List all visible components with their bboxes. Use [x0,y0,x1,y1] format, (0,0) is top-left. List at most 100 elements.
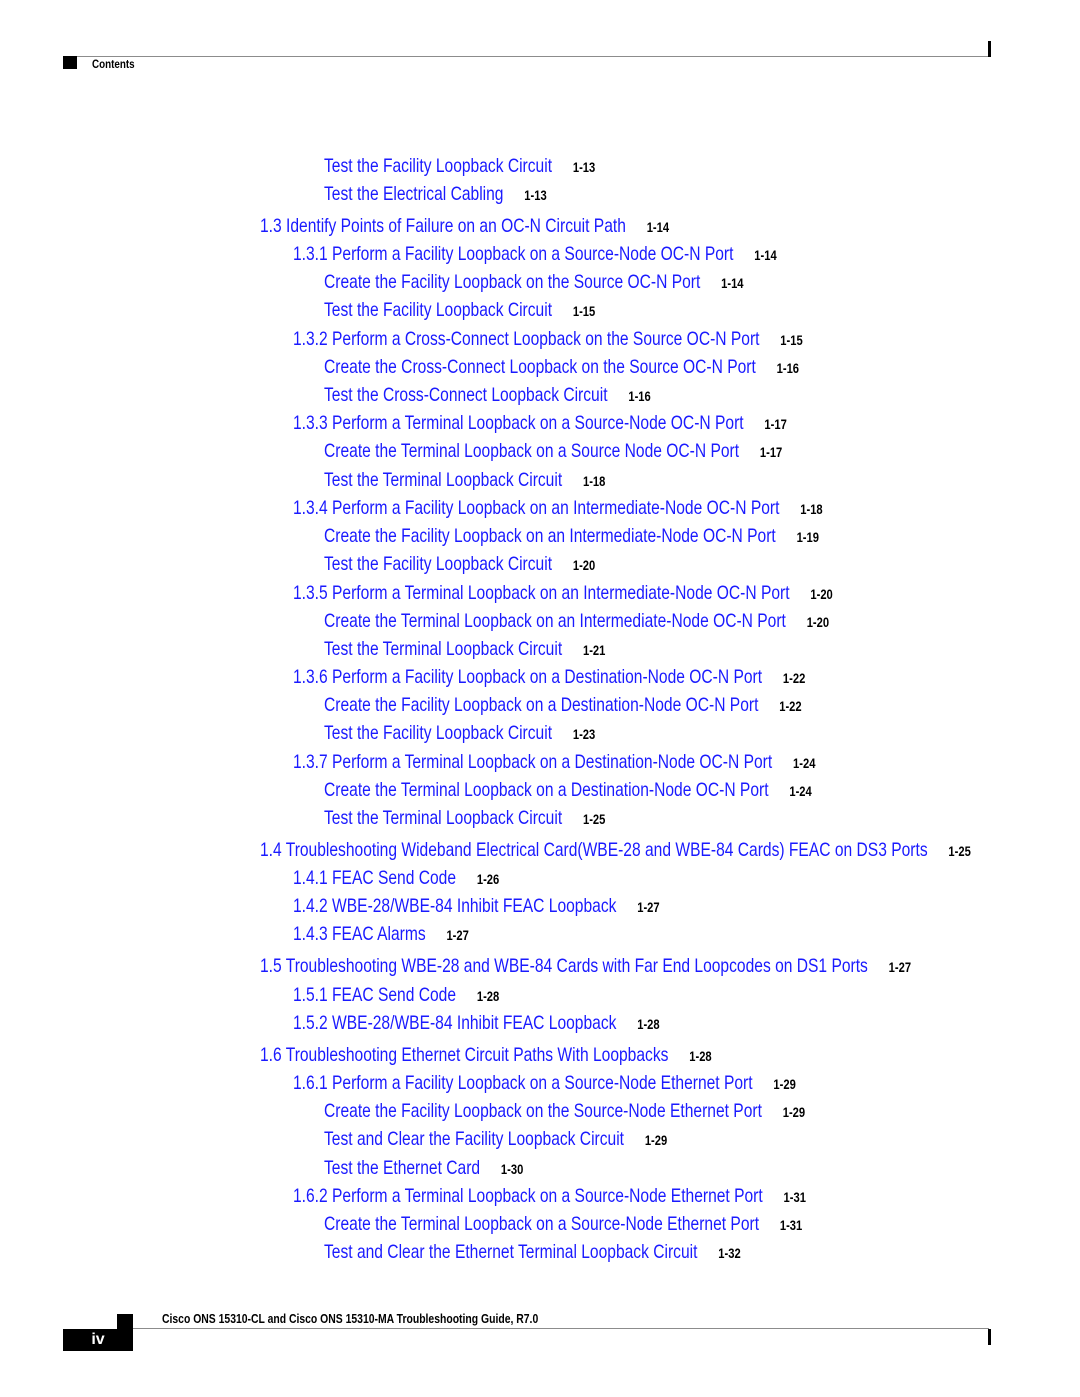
toc-page-ref: 1-23 [572,726,596,742]
toc-entry[interactable]: 1.5.1 FEAC Send Code 1-28 [293,984,499,1008]
toc-entry[interactable]: 1.3.5 Perform a Terminal Loopback on an … [293,582,833,606]
toc-page-ref: 1-25 [948,843,971,859]
toc-entry-link[interactable]: Create the Cross-Connect Loopback on the… [324,356,756,378]
toc-entry-link[interactable]: Test the Terminal Loopback Circuit [324,638,562,660]
toc-entry-link[interactable]: Create the Facility Loopback on the Sour… [324,271,700,293]
toc-entry-link[interactable]: Test and Clear the Ethernet Terminal Loo… [324,1241,697,1263]
toc-entry-link[interactable]: Create the Terminal Loopback on a Source… [324,1213,759,1235]
toc-entry-link[interactable]: Test the Electrical Cabling [324,183,503,205]
toc-entry[interactable]: 1.6.1 Perform a Facility Loopback on a S… [293,1072,796,1096]
toc-entry-link[interactable]: Test the Terminal Loopback Circuit [324,469,562,491]
toc-page-ref: 1-15 [780,332,803,348]
toc-entry-link[interactable]: Test the Facility Loopback Circuit [324,553,552,575]
toc-entry-link[interactable]: Test the Facility Loopback Circuit [324,299,552,321]
toc-page-ref: 1-29 [782,1104,806,1120]
toc-entry-link[interactable]: Create the Terminal Loopback on an Inter… [324,610,786,632]
toc-entry-link[interactable]: 1.5.1 FEAC Send Code [293,984,456,1006]
toc-entry-link[interactable]: Create the Facility Loopback on a Destin… [324,694,758,716]
toc-entry-link[interactable]: Test the Ethernet Card [324,1157,480,1179]
toc-entry[interactable]: 1.3.1 Perform a Facility Loopback on a S… [293,243,777,267]
toc-entry-link[interactable]: Test and Clear the Facility Loopback Cir… [324,1128,624,1150]
toc-entry[interactable]: Test the Cross-Connect Loopback Circuit 1… [324,384,651,408]
toc-entry[interactable]: 1.4.1 FEAC Send Code 1-26 [293,867,499,891]
toc-page-ref: 1-20 [810,586,833,602]
toc-entry[interactable]: 1.4 Troubleshooting Wideband Electrical … [260,839,971,863]
toc-page-ref: 1-19 [796,529,819,545]
toc-entry[interactable]: Create the Facility Loopback on an Inter… [324,525,819,549]
toc-entry-link[interactable]: 1.4.2 WBE-28/WBE-84 Inhibit FEAC Loopbac… [293,895,616,917]
toc-entry-link[interactable]: 1.6.2 Perform a Terminal Loopback on a S… [293,1185,763,1207]
toc-entry[interactable]: Test the Facility Loopback Circuit 1-20 [324,553,595,577]
toc-page-ref: 1-13 [524,187,547,203]
toc-page-ref: 1-21 [582,642,606,658]
toc-entry-link[interactable]: 1.3.6 Perform a Facility Loopback on a D… [293,666,762,688]
footer-doc-title: Cisco ONS 15310-CL and Cisco ONS 15310-M… [162,1311,539,1326]
toc-entry-link[interactable]: Create the Terminal Loopback on a Source… [324,440,739,462]
toc-entry[interactable]: 1.5 Troubleshooting WBE-28 and WBE-84 Ca… [260,955,911,979]
toc-entry-link[interactable]: 1.3 Identify Points of Failure on an OC-… [260,215,626,237]
toc-entry[interactable]: Test the Facility Loopback Circuit 1-23 [324,722,595,746]
header-marker [63,56,77,69]
toc-entry[interactable]: 1.3.7 Perform a Terminal Loopback on a D… [293,751,815,775]
toc-entry[interactable]: Create the Facility Loopback on the Sour… [324,271,744,295]
toc-entry[interactable]: 1.3.2 Perform a Cross-Connect Loopback o… [293,328,803,352]
toc-entry-link[interactable]: 1.5.2 WBE-28/WBE-84 Inhibit FEAC Loopbac… [293,1012,616,1034]
toc-entry[interactable]: 1.3.4 Perform a Facility Loopback on an … [293,497,823,521]
toc-entry[interactable]: Create the Terminal Loopback on a Source… [324,1213,802,1237]
toc-entry[interactable]: Create the Facility Loopback on the Sour… [324,1100,805,1124]
toc-entry-link[interactable]: Test the Cross-Connect Loopback Circuit [324,384,608,406]
toc-entry[interactable]: Test and Clear the Ethernet Terminal Loo… [324,1241,741,1265]
toc-entry-link[interactable]: Test the Facility Loopback Circuit [324,722,552,744]
toc-entry-link[interactable]: 1.3.7 Perform a Terminal Loopback on a D… [293,751,772,773]
toc-entry[interactable]: 1.6.2 Perform a Terminal Loopback on a S… [293,1185,806,1209]
toc-entry[interactable]: 1.4.2 WBE-28/WBE-84 Inhibit FEAC Loopbac… [293,895,660,919]
toc-entry-link[interactable]: Test the Terminal Loopback Circuit [324,807,562,829]
toc-entry-link[interactable]: 1.3.3 Perform a Terminal Loopback on a S… [293,412,744,434]
toc-entry[interactable]: Test and Clear the Facility Loopback Cir… [324,1128,667,1152]
toc-entry[interactable]: 1.6 Troubleshooting Ethernet Circuit Pat… [260,1044,712,1068]
toc-entry[interactable]: 1.3.3 Perform a Terminal Loopback on a S… [293,412,787,436]
toc-entry[interactable]: Test the Terminal Loopback Circuit 1-25 [324,807,605,831]
toc-entry[interactable]: Create the Terminal Loopback on a Destin… [324,779,812,803]
toc-page-ref: 1-17 [759,444,783,460]
toc-entry-link[interactable]: 1.4 Troubleshooting Wideband Electrical … [260,839,928,861]
toc-entry-link[interactable]: 1.4.3 FEAC Alarms [293,923,426,945]
toc-entry[interactable]: Create the Terminal Loopback on a Source… [324,440,782,464]
toc-entry-link[interactable]: 1.3.2 Perform a Cross-Connect Loopback o… [293,328,759,350]
toc-page-ref: 1-14 [721,275,744,291]
toc-page-ref: 1-20 [572,557,596,573]
toc-entry[interactable]: Test the Facility Loopback Circuit 1-13 [324,155,595,179]
toc-entry[interactable]: 1.5.2 WBE-28/WBE-84 Inhibit FEAC Loopbac… [293,1012,660,1036]
toc-entry[interactable]: Test the Ethernet Card 1-30 [324,1157,523,1181]
toc-entry[interactable]: Test the Facility Loopback Circuit 1-15 [324,299,595,323]
toc-entry[interactable]: Create the Facility Loopback on a Destin… [324,694,802,718]
toc-page-ref: 1-18 [800,501,823,517]
toc-entry-link[interactable]: 1.4.1 FEAC Send Code [293,867,456,889]
toc-entry-link[interactable]: 1.3.5 Perform a Terminal Loopback on an … [293,582,790,604]
header-rule [63,56,989,57]
toc-entry-link[interactable]: Test the Facility Loopback Circuit [324,155,552,177]
toc-page-ref: 1-27 [888,959,912,975]
toc-entry-link[interactable]: Create the Terminal Loopback on a Destin… [324,779,769,801]
toc-entry[interactable]: Test the Terminal Loopback Circuit 1-21 [324,638,605,662]
toc-entry[interactable]: 1.4.3 FEAC Alarms 1-27 [293,923,469,947]
toc-page-ref: 1-13 [572,159,596,175]
toc-entry[interactable]: Test the Electrical Cabling 1-13 [324,183,547,207]
toc-entry-link[interactable]: 1.6.1 Perform a Facility Loopback on a S… [293,1072,753,1094]
toc-page-ref: 1-28 [476,988,500,1004]
toc-page-ref: 1-32 [718,1245,741,1261]
toc-entry[interactable]: 1.3 Identify Points of Failure on an OC-… [260,215,669,239]
toc-entry-link[interactable]: Create the Facility Loopback on an Inter… [324,525,776,547]
toc-entry[interactable]: Create the Terminal Loopback on an Inter… [324,610,829,634]
toc-entry-link[interactable]: 1.6 Troubleshooting Ethernet Circuit Pat… [260,1044,668,1066]
toc-entry[interactable]: Test the Terminal Loopback Circuit 1-18 [324,469,605,493]
toc-entry-link[interactable]: Create the Facility Loopback on the Sour… [324,1100,762,1122]
toc-page-ref: 1-24 [789,783,812,799]
toc-page-ref: 1-14 [646,219,670,235]
toc-entry-link[interactable]: 1.3.1 Perform a Facility Loopback on a S… [293,243,733,265]
toc-entry[interactable]: Create the Cross-Connect Loopback on the… [324,356,799,380]
toc-entry-link[interactable]: 1.3.4 Perform a Facility Loopback on an … [293,497,779,519]
toc-entry-link[interactable]: 1.5 Troubleshooting WBE-28 and WBE-84 Ca… [260,955,868,977]
toc-page-ref: 1-29 [773,1076,796,1092]
toc-entry[interactable]: 1.3.6 Perform a Facility Loopback on a D… [293,666,805,690]
